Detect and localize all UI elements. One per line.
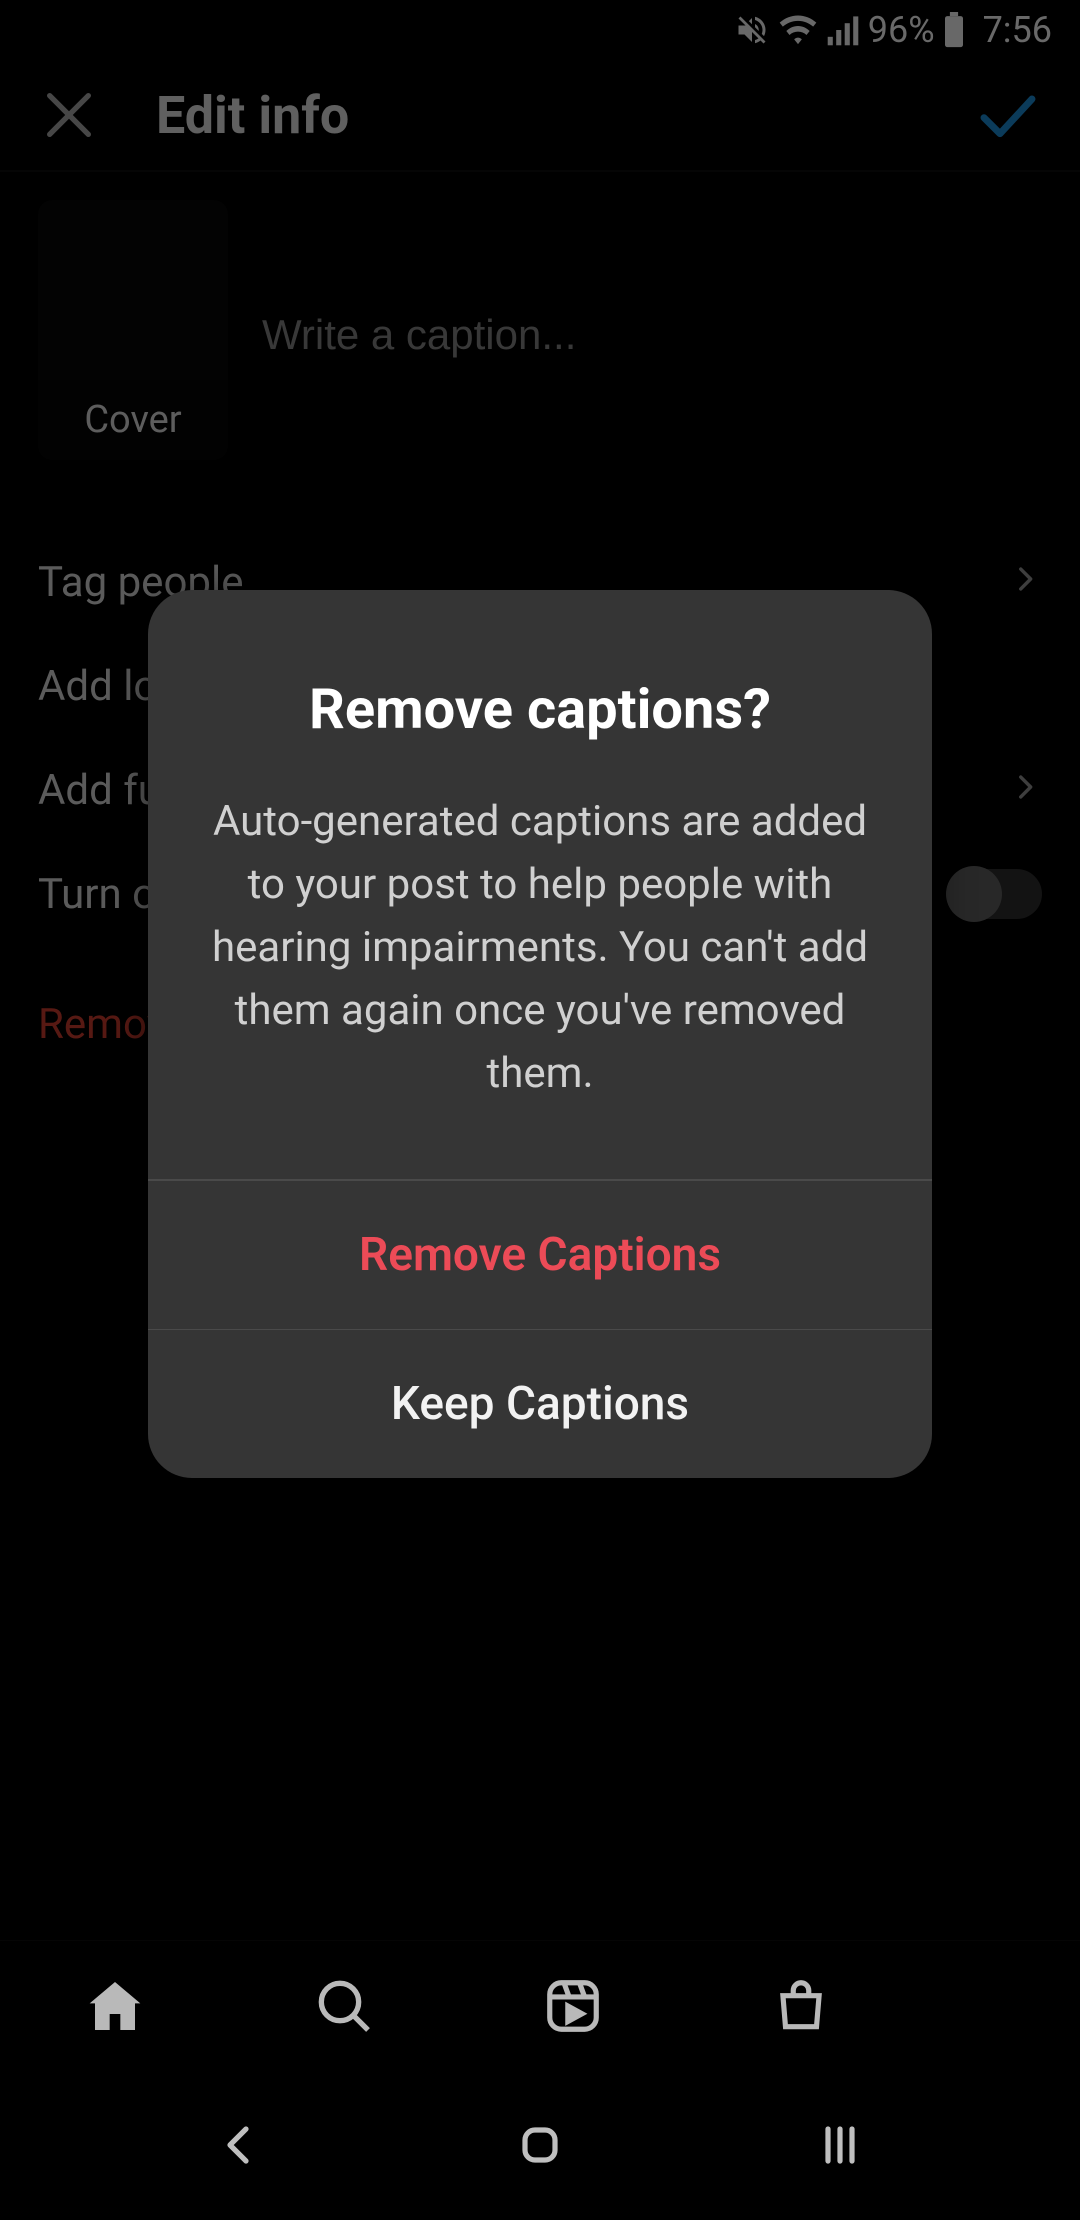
home-icon[interactable]	[83, 1974, 147, 2038]
nav-home-icon[interactable]	[516, 2121, 564, 2169]
dialog-body: Remove captions? Auto-generated captions…	[148, 590, 932, 1179]
remove-captions-dialog: Remove captions? Auto-generated captions…	[148, 590, 932, 1478]
dialog-title: Remove captions?	[206, 676, 874, 742]
dialog-message: Auto-generated captions are added to you…	[206, 790, 874, 1105]
nav-recents-icon[interactable]	[816, 2121, 864, 2169]
remove-captions-button[interactable]: Remove Captions	[148, 1181, 932, 1329]
reels-icon[interactable]	[542, 1975, 604, 2037]
android-nav-bar	[0, 2070, 1080, 2220]
bottom-tab-bar	[0, 1940, 1080, 2070]
nav-back-icon[interactable]	[216, 2121, 264, 2169]
search-icon[interactable]	[312, 1974, 376, 2038]
keep-captions-button[interactable]: Keep Captions	[148, 1330, 932, 1478]
shop-icon[interactable]	[770, 1975, 832, 2037]
